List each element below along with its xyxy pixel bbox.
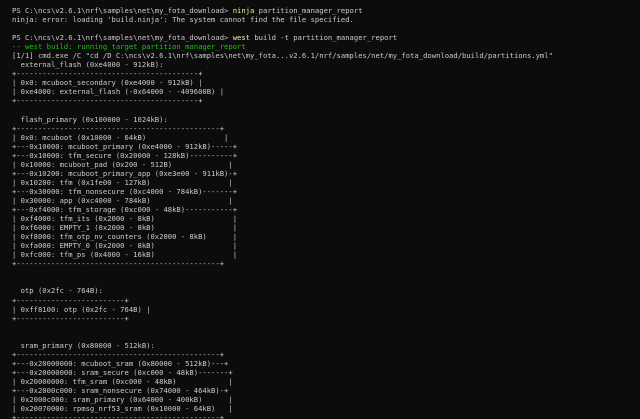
terminal-line: | 0xe4000: external_flash (-0x64000 - -4… (12, 87, 640, 96)
terminal-line: +---0x20000000: mcuboot_sram (0x80000 - … (12, 359, 640, 368)
terminal-text: | 0xf4000: tfm_its (0x2000 - 8kB) | (12, 214, 238, 224)
terminal-text: | 0xfc000: tfm_ps (0x4000 - 16kB) | (12, 250, 238, 260)
terminal-line: +---0x20000000: sram_secure (0xc000 - 48… (12, 368, 640, 377)
command-keyword: ninja (232, 6, 255, 15)
terminal-text: +-------------------------+ (12, 313, 129, 323)
terminal-text: +---0x10000: tfm_secure (0x20000 - 128kB… (12, 150, 238, 160)
terminal-line: | 0xf4000: tfm_its (0x2000 - 8kB) | (12, 214, 640, 223)
terminal-text: | 0xfa000: EMPTY_0 (0x2000 - 8kB) | (12, 241, 238, 251)
terminal-line: | 0xf8000: tfm_otp_nv_counters (0x2000 -… (12, 232, 640, 241)
terminal-line: +---0x10000: mcuboot_primary (0xe4000 - … (12, 142, 640, 151)
terminal-text: +---------------------------------------… (12, 413, 225, 419)
terminal-text: | 0x30000: app (0xc4000 - 784kB) | (12, 195, 233, 205)
terminal-text: | 0xf8000: tfm_otp_nv_counters (0x2000 -… (12, 232, 238, 242)
terminal-text: +---0x2000c000: sram_nonsecure (0x74000 … (12, 385, 229, 395)
terminal-line: +---0x2000c000: sram_nonsecure (0x74000 … (12, 386, 640, 395)
terminal-line: | 0xf6000: EMPTY_1 (0x2000 - 8kB) | (12, 223, 640, 232)
terminal-text: +---------------------------------------… (12, 349, 225, 359)
terminal-text: +---0xf4000: tfm_storage (0xc000 - 48kB)… (12, 205, 238, 215)
terminal-line: PS C:\ncs\v2.6.1\nrf\samples\net\my_fota… (12, 6, 640, 15)
terminal-text: +---0x20000000: sram_secure (0xc000 - 48… (12, 367, 233, 377)
terminal-text: PS C:\ncs\v2.6.1\nrf\samples\net\my_fota… (12, 33, 233, 43)
terminal-text: | 0xe4000: external_flash (-0x64000 - -4… (12, 87, 225, 97)
terminal-line: +---0x10200: mcuboot_primary_app (0xe3e0… (12, 169, 640, 178)
terminal-line: | 0x0: mcuboot (0x10000 - 64kB) | (12, 133, 640, 142)
terminal-line: [1/1] cmd.exe /C "cd /D C:\ncs\v2.6.1\nr… (12, 51, 640, 60)
terminal-line: +-------------------------+ (12, 296, 640, 305)
terminal-line: +---------------------------------------… (12, 69, 640, 78)
terminal-text: +---------------------------------------… (12, 96, 203, 106)
terminal-text: sram_primary (0x80000 - 512kB): (12, 340, 155, 350)
terminal-text: otp (0x2fc - 764B): (12, 286, 103, 296)
terminal-line: | 0x0: mcuboot_secondary (0xe4000 - 912k… (12, 78, 640, 87)
terminal-text: +-------------------------+ (12, 295, 129, 305)
terminal-text: partition_manager_report (254, 6, 363, 15)
terminal-line: | 0xfc000: tfm_ps (0x4000 - 16kB) | (12, 250, 640, 259)
terminal-text: build -t partition_manager_report (250, 33, 398, 43)
terminal-line: +---------------------------------------… (12, 96, 640, 105)
terminal-text: flash_primary (0x100000 - 1024kB): (12, 114, 168, 124)
terminal-line: +-------------------------+ (12, 314, 640, 323)
terminal-text: | 0x10200: tfm (0x1fe00 - 127kB) | (12, 177, 233, 187)
terminal-text: ninja: error: loading 'build.ninja': The… (12, 15, 354, 25)
terminal-text: | 0xf6000: EMPTY_1 (0x2000 - 8kB) | (12, 223, 238, 233)
terminal-line: +---------------------------------------… (12, 124, 640, 133)
command-keyword: west (232, 33, 251, 43)
terminal-line: otp (0x2fc - 764B): (12, 286, 640, 295)
terminal-line: ninja: error: loading 'build.ninja': The… (12, 15, 640, 24)
terminal-text: +---0x10000: mcuboot_primary (0xe4000 - … (12, 141, 238, 151)
terminal-text: +---------------------------------------… (12, 259, 225, 269)
terminal-line: +---0x30000: tfm_nonsecure (0xc4000 - 78… (12, 187, 640, 196)
terminal-line: external_flash (0xe4000 - 912kB): (12, 60, 640, 69)
terminal-line: +---0xf4000: tfm_storage (0xc000 - 48kB)… (12, 205, 640, 214)
terminal-text: +---0x10200: mcuboot_primary_app (0xe3e0… (12, 168, 238, 178)
terminal-line: +---0x10000: tfm_secure (0x20000 - 128kB… (12, 151, 640, 160)
terminal-text: +---------------------------------------… (12, 69, 203, 79)
terminal-text: | 0x0: mcuboot (0x10000 - 64kB) | (12, 132, 229, 142)
terminal-text: +---0x30000: tfm_nonsecure (0xc4000 - 78… (12, 186, 238, 196)
terminal-line: | 0xff8100: otp (0x2fc - 764B) | (12, 305, 640, 314)
terminal-line: PS C:\ncs\v2.6.1\nrf\samples\net\my_fota… (12, 33, 640, 42)
terminal-text: [1/1] cmd.exe /C "cd /D C:\ncs\v2.6.1\nr… (12, 51, 553, 61)
terminal-text: PS C:\ncs\v2.6.1\nrf\samples\net\my_fota… (12, 6, 233, 15)
terminal-line: | 0x10200: tfm (0x1fe00 - 127kB) | (12, 178, 640, 187)
terminal-line: | 0xfa000: EMPTY_0 (0x2000 - 8kB) | (12, 241, 640, 250)
terminal-line: +---------------------------------------… (12, 413, 640, 419)
terminal-text: | 0x10000: mcuboot_pad (0x200 - 512B) | (12, 159, 233, 169)
terminal-line: | 0x20070000: rpmsg_nrf53_sram (0x10000 … (12, 404, 640, 413)
status-message: -- west build: running target partition_… (12, 42, 246, 52)
terminal-line: | 0x30000: app (0xc4000 - 784kB) | (12, 196, 640, 205)
terminal-text: | 0xff8100: otp (0x2fc - 764B) | (12, 304, 151, 314)
terminal-text: | 0x2000c000: sram_primary (0x64000 - 40… (12, 395, 233, 405)
terminal-text: | 0x20070000: rpmsg_nrf53_sram (0x10000 … (12, 404, 233, 414)
terminal-text: external_flash (0xe4000 - 912kB): (12, 60, 164, 70)
terminal-line: +---------------------------------------… (12, 350, 640, 359)
terminal-line: +---------------------------------------… (12, 259, 640, 268)
terminal-window[interactable]: PS C:\ncs\v2.6.1\nrf\samples\net\my_fota… (0, 0, 640, 419)
terminal-line: | 0x10000: mcuboot_pad (0x200 - 512B) | (12, 160, 640, 169)
terminal-text: +---------------------------------------… (12, 123, 225, 133)
terminal-line: -- west build: running target partition_… (12, 42, 640, 51)
terminal-text: | 0x20000000: tfm_sram (0xc000 - 48kB) | (12, 376, 233, 386)
terminal-line: flash_primary (0x100000 - 1024kB): (12, 115, 640, 124)
terminal-line: sram_primary (0x80000 - 512kB): (12, 341, 640, 350)
terminal-line: | 0x20000000: tfm_sram (0xc000 - 48kB) | (12, 377, 640, 386)
terminal-line: | 0x2000c000: sram_primary (0x64000 - 40… (12, 395, 640, 404)
terminal-text: +---0x20000000: mcuboot_sram (0x80000 - … (12, 358, 229, 368)
terminal-text: | 0x0: mcuboot_secondary (0xe4000 - 912k… (12, 78, 203, 88)
